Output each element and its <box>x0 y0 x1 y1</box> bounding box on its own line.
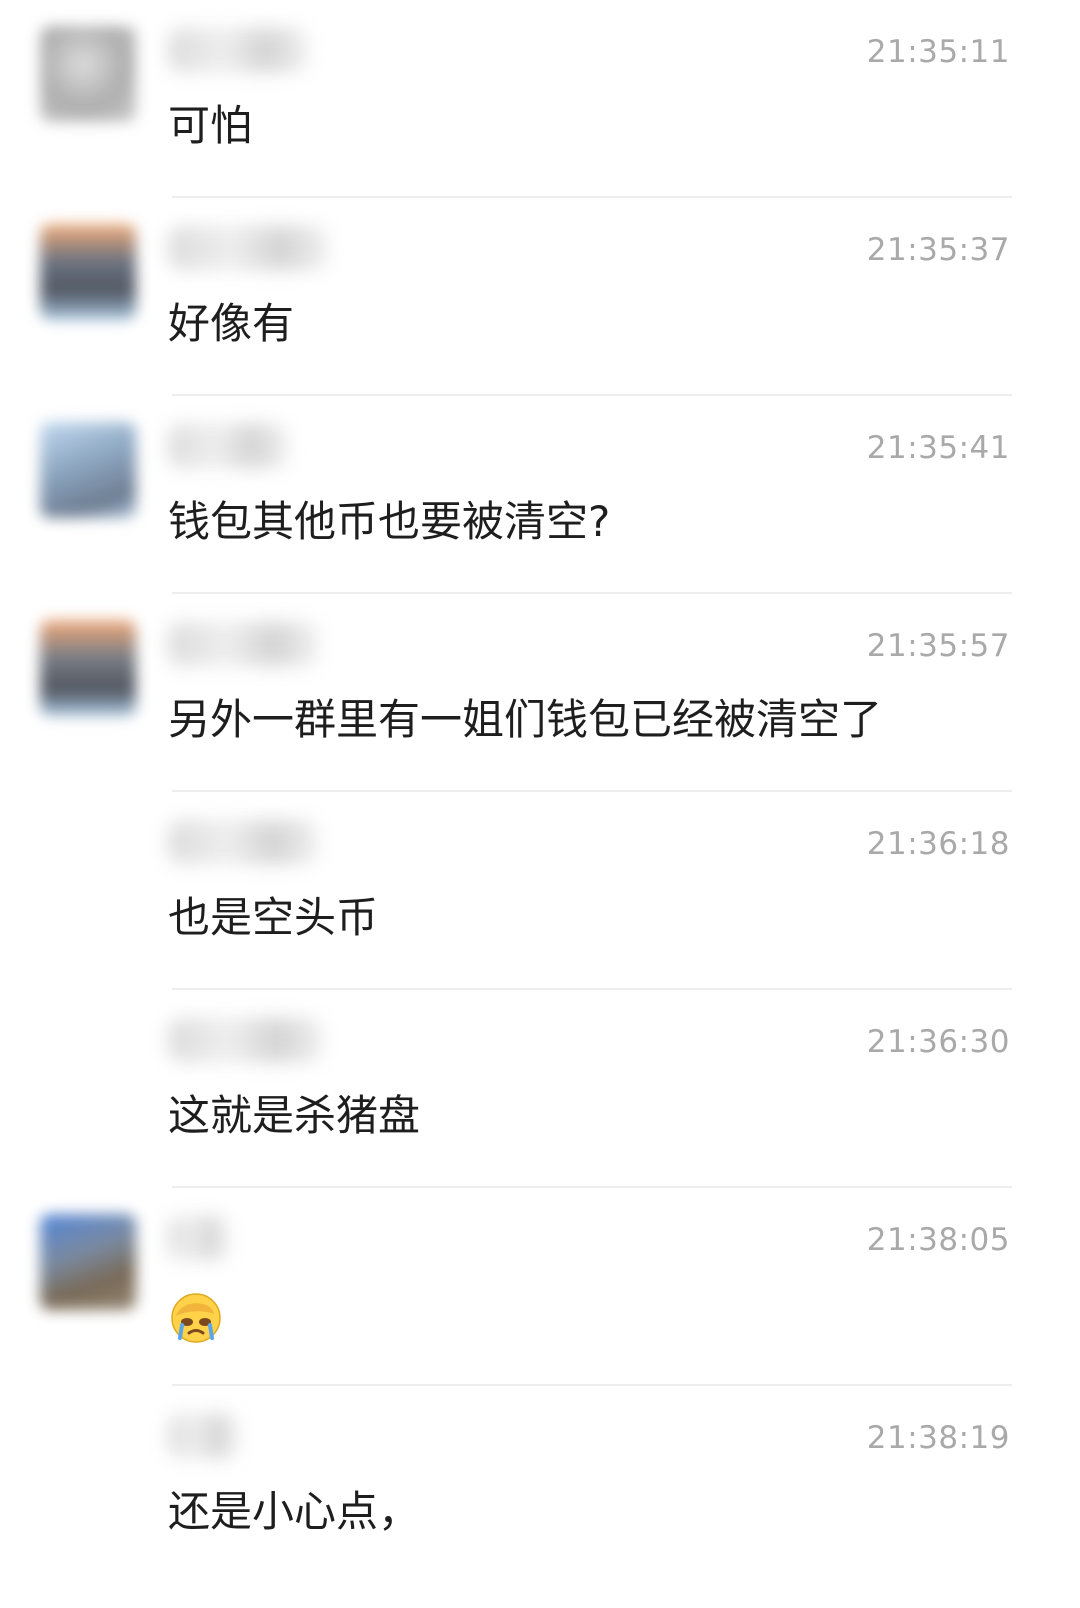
message-text: 这就是杀猪盘 <box>168 1091 421 1140</box>
message-timestamp: 21:36:30 <box>866 1024 1010 1060</box>
message-timestamp: 21:35:41 <box>866 430 1010 466</box>
sender-avatar[interactable] <box>40 26 136 122</box>
message-text: 也是空头币 <box>168 893 379 942</box>
sender-avatar[interactable] <box>40 422 136 518</box>
sender-avatar[interactable] <box>40 224 136 320</box>
message-timestamp: 21:35:57 <box>866 628 1010 664</box>
sender-name-blurred <box>168 1216 228 1260</box>
facepalm-crying-emoji <box>171 1293 221 1343</box>
message-text: 另外一群里有一姐们钱包已经被清空了 <box>168 695 883 744</box>
message-timestamp: 21:35:37 <box>866 232 1010 268</box>
sender-name-blurred <box>168 424 288 468</box>
message-timestamp: 21:38:05 <box>866 1222 1010 1258</box>
chat-message[interactable]: 21:35:11 可怕 <box>0 0 1080 198</box>
message-text: 钱包其他币也要被清空? <box>168 497 611 546</box>
chat-message[interactable]: 21:36:30 这就是杀猪盘 <box>0 990 1080 1188</box>
chat-message-list: 21:35:11 可怕 21:35:37 好像有 21:35:41 钱包其他币也… <box>0 0 1080 1608</box>
chat-message[interactable]: 21:35:37 好像有 <box>0 198 1080 396</box>
sender-avatar[interactable] <box>40 620 136 716</box>
message-timestamp: 21:38:19 <box>866 1420 1010 1456</box>
message-timestamp: 21:36:18 <box>866 826 1010 862</box>
sender-avatar[interactable] <box>40 1214 136 1310</box>
sender-name-blurred <box>168 1018 323 1062</box>
message-text: 还是小心点， <box>168 1487 421 1536</box>
sender-name-blurred <box>168 28 308 72</box>
message-timestamp: 21:35:11 <box>866 34 1010 70</box>
sender-name-blurred <box>168 820 318 864</box>
chat-message[interactable]: 21:35:41 钱包其他币也要被清空? <box>0 396 1080 594</box>
chat-message[interactable]: 21:38:19 还是小心点， <box>0 1386 1080 1584</box>
sender-name-blurred <box>168 1414 238 1458</box>
message-text: 可怕 <box>168 101 253 150</box>
chat-message[interactable]: 21:35:57 另外一群里有一姐们钱包已经被清空了 <box>0 594 1080 792</box>
chat-message[interactable]: 21:38:05 <box>0 1188 1080 1386</box>
chat-message[interactable]: 21:36:18 也是空头币 <box>0 792 1080 990</box>
message-text: 好像有 <box>168 299 295 348</box>
sender-name-blurred <box>168 226 328 270</box>
sender-name-blurred <box>168 622 318 666</box>
